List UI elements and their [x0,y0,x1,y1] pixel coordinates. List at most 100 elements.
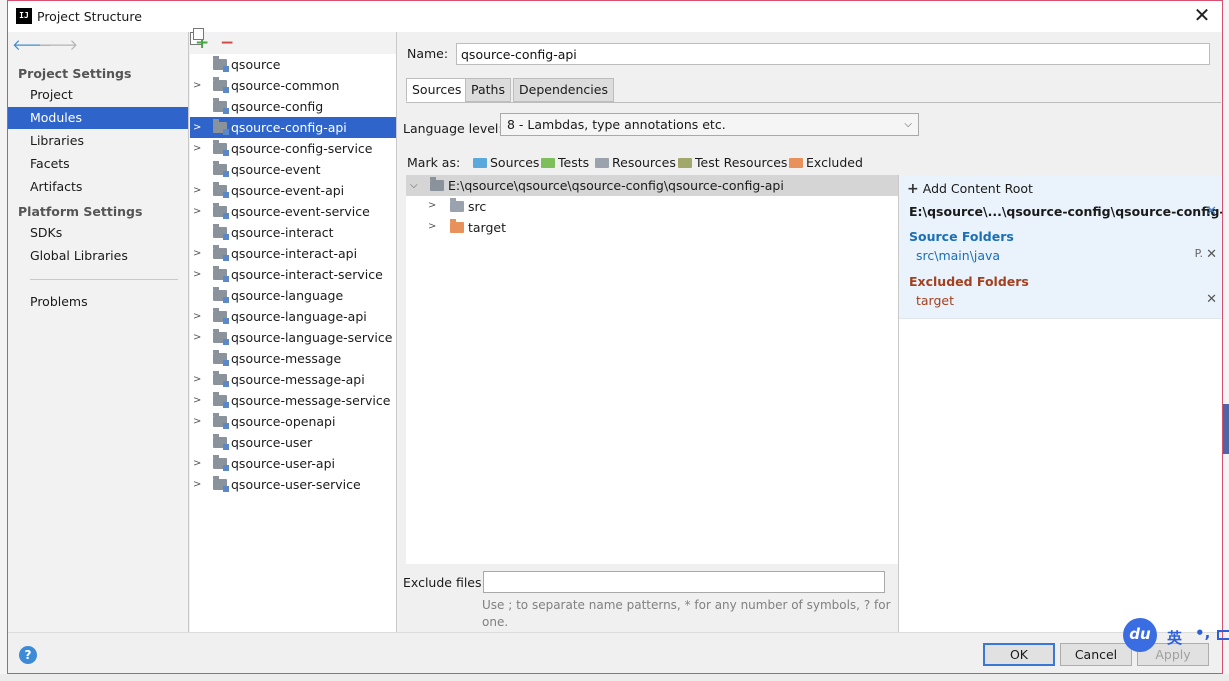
window-title: Project Structure [37,9,142,24]
mark-as-test-resources[interactable]: Test Resources [678,155,787,170]
content-root-card: + Add Content Root E:\qsource\...\qsource… [899,175,1223,319]
dialog-footer: ? OK Cancel Apply [8,632,1222,673]
nav-item-artifacts[interactable]: Artifacts [8,176,188,198]
ime-screen-icon[interactable] [1217,630,1229,640]
tree-root-row[interactable]: ⌵ E:\qsource\qsource\qsource-config\qsou… [406,175,898,196]
chevron-right-icon[interactable]: > [193,243,201,264]
tab-sources[interactable]: Sources [406,78,468,102]
folder-icon [430,177,444,191]
tree-label-src: src [468,199,487,214]
remove-excluded-folder-icon[interactable]: ✕ [1206,292,1217,307]
module-row[interactable]: > qsource-message-service [190,390,396,411]
chevron-right-icon[interactable]: > [428,221,436,232]
module-row[interactable]: qsource-config [190,96,396,117]
content-root-path: E:\qsource\...\qsource-config\qsource-co… [909,204,1223,219]
module-row[interactable]: qsource-language [190,285,396,306]
ime-language-toggle[interactable]: 英 [1167,627,1182,648]
close-icon[interactable]: ✕ [1190,4,1214,28]
tree-row-src[interactable]: > src [406,196,898,217]
module-row[interactable]: > qsource-config-api [190,117,396,138]
module-row[interactable]: > qsource-openapi [190,411,396,432]
forward-arrow-icon[interactable]: 🡒 [38,35,78,54]
module-label: qsource-user [231,435,313,450]
chevron-right-icon[interactable]: > [193,411,201,432]
exclude-files-label: Exclude files: [403,575,486,590]
chevron-right-icon[interactable]: > [193,117,201,138]
module-label: qsource-user-service [231,477,361,492]
chevron-right-icon[interactable]: > [193,369,201,390]
module-row[interactable]: > qsource-language-api [190,306,396,327]
cancel-button[interactable]: Cancel [1060,643,1132,666]
ime-punctuation-toggle[interactable]: •, [1195,624,1210,642]
nav-item-modules[interactable]: Modules [8,107,188,129]
module-row[interactable]: qsource-user [190,432,396,453]
remove-module-icon[interactable]: − [220,32,234,54]
module-label: qsource-config [231,99,324,114]
module-row[interactable]: qsource-message [190,348,396,369]
intellij-app-icon: IJ [16,8,32,24]
add-content-root-button[interactable]: + Add Content Root [907,181,1033,197]
mark-as-sources[interactable]: Sources [473,155,539,170]
mark-as-tests[interactable]: Tests [541,155,589,170]
remove-content-root-icon[interactable]: ✕ [1206,204,1217,219]
module-row[interactable]: > qsource-user-service [190,474,396,495]
chevron-right-icon[interactable]: > [193,327,201,348]
tab-paths[interactable]: Paths [465,78,511,102]
nav-item-problems[interactable]: Problems [8,291,188,313]
content-root-tree: ⌵ E:\qsource\qsource\qsource-config\qsou… [406,175,898,564]
chevron-down-icon[interactable]: ⌵ [410,175,418,196]
help-icon[interactable]: ? [19,646,37,664]
module-row[interactable]: > qsource-user-api [190,453,396,474]
module-row[interactable]: qsource-event [190,159,396,180]
background-edge-left [0,0,7,681]
nav-item-project[interactable]: Project [8,84,188,106]
background-edge-right [1223,0,1229,681]
nav-item-libraries[interactable]: Libraries [8,130,188,152]
language-level-select[interactable]: 8 - Lambdas, type annotations etc. ⌵ [500,113,919,136]
chevron-right-icon[interactable]: > [193,180,201,201]
module-row[interactable]: qsource-interact [190,222,396,243]
remove-source-folder-icon[interactable]: ✕ [1206,247,1217,262]
chevron-right-icon[interactable]: > [428,200,436,211]
chevron-right-icon[interactable]: > [193,201,201,222]
nav-item-facets[interactable]: Facets [8,153,188,175]
chevron-right-icon[interactable]: > [193,390,201,411]
chevron-right-icon[interactable]: > [193,306,201,327]
name-label: Name: [407,46,449,61]
module-folder-icon [213,434,229,450]
module-label: qsource [231,57,281,72]
module-row[interactable]: > qsource-common [190,75,396,96]
chevron-right-icon[interactable]: > [193,75,201,96]
baidu-ime-logo[interactable]: du [1123,618,1157,652]
module-row[interactable]: > qsource-event-service [190,201,396,222]
chevron-right-icon[interactable]: > [193,138,201,159]
nav-item-sdks[interactable]: SDKs [8,222,188,244]
module-name-input[interactable] [456,43,1210,65]
edit-prefix-icon[interactable]: P. [1195,247,1203,260]
module-row[interactable]: > qsource-config-service [190,138,396,159]
module-row[interactable]: > qsource-message-api [190,369,396,390]
module-folder-icon [213,161,229,177]
module-folder-icon [213,119,229,135]
content-roots-pane: + Add Content Root E:\qsource\...\qsource… [898,175,1222,632]
tree-row-target[interactable]: > target [406,217,898,238]
module-row[interactable]: > qsource-interact-service [190,264,396,285]
project-structure-dialog: IJ Project Structure ✕ 🡐 🡒 Project Setti… [7,0,1223,674]
module-folder-icon [213,77,229,93]
module-folder-icon [213,224,229,240]
mark-as-excluded[interactable]: Excluded [789,155,863,170]
mark-as-resources[interactable]: Resources [595,155,676,170]
module-row[interactable]: > qsource-language-service [190,327,396,348]
module-row[interactable]: > qsource-interact-api [190,243,396,264]
module-row[interactable]: > qsource-event-api [190,180,396,201]
chevron-right-icon[interactable]: > [193,474,201,495]
module-label: qsource-language [231,288,344,303]
exclude-files-input[interactable] [483,571,885,593]
tab-dependencies[interactable]: Dependencies [513,78,614,102]
source-folder-item: src\main\java [916,248,1001,263]
nav-item-global-libraries[interactable]: Global Libraries [8,245,188,267]
chevron-right-icon[interactable]: > [193,264,201,285]
ok-button[interactable]: OK [983,643,1055,666]
module-row[interactable]: qsource [190,54,396,75]
chevron-right-icon[interactable]: > [193,453,201,474]
